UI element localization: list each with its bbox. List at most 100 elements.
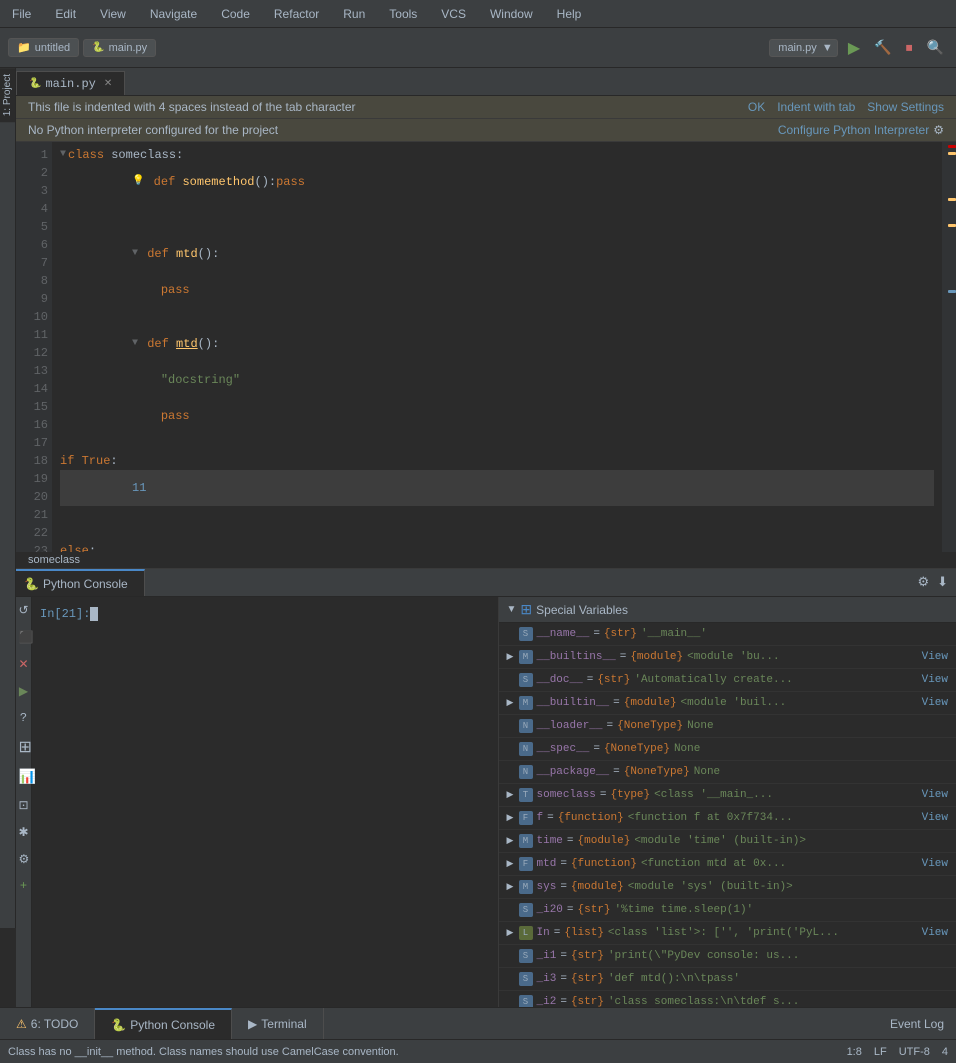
var-expand-f-icon[interactable]: ▶ [507, 809, 519, 827]
variable-i20[interactable]: S _i20 = {str} '%time time.sleep(1)' [499, 899, 956, 922]
python-console-label: Python Console [43, 577, 128, 591]
menu-code[interactable]: Code [217, 5, 254, 23]
variables-collapse-btn[interactable]: ▼ [507, 604, 517, 615]
python-console-bottom-tab[interactable]: 🐍 Python Console [95, 1008, 232, 1039]
stop-button[interactable]: ⏹ [902, 35, 917, 60]
cursor-position[interactable]: 1:8 [847, 1046, 862, 1058]
code-line-11 [60, 434, 934, 452]
var-expand-i3-icon [507, 970, 519, 988]
show-settings-link[interactable]: Show Settings [867, 100, 944, 114]
variable-builtins[interactable]: ▶ M __builtins__ = {module} <module 'bu.… [499, 646, 956, 669]
menu-file[interactable]: File [8, 5, 35, 23]
variable-mtd[interactable]: ▶ F mtd = {function} <function mtd at 0x… [499, 853, 956, 876]
var-expand-spec-icon [507, 740, 519, 758]
fold-icon-8[interactable]: ▼ [132, 335, 138, 353]
search-button[interactable]: 🔍 [923, 35, 948, 60]
file-button[interactable]: 🐍 main.py [83, 39, 156, 57]
menu-bar: File Edit View Navigate Code Refactor Ru… [0, 0, 956, 28]
console-download-icon[interactable]: ⬇ [937, 575, 948, 590]
gutter-warn-mark-1 [948, 152, 956, 155]
left-sidebar-tabs: 1: Project [0, 68, 16, 928]
code-editor: 12345 678910 1112131415 1617181920 21222… [16, 142, 956, 552]
file-tab-main-py[interactable]: 🐍 main.py ✕ [16, 71, 125, 95]
event-log-btn[interactable]: Event Log [878, 1017, 956, 1031]
variable-builtin[interactable]: ▶ M __builtin__ = {module} <module 'buil… [499, 692, 956, 715]
build-button[interactable]: 🔨 [870, 35, 895, 60]
code-line-2: 💡 def somemethod():pass [60, 164, 934, 200]
variables-panel: ▼ ⊞ Special Variables S __name__ = {str}… [498, 597, 956, 1007]
menu-run[interactable]: Run [339, 5, 369, 23]
fold-icon-1[interactable]: ▼ [60, 146, 66, 164]
console-chart-btn[interactable]: 📊 [17, 767, 31, 788]
indent-ok-link[interactable]: OK [748, 100, 765, 114]
variable-time[interactable]: ▶ M time = {module} <module 'time' (buil… [499, 830, 956, 853]
var-expand-mtd-icon[interactable]: ▶ [507, 855, 519, 873]
variable-name[interactable]: S __name__ = {str} '__main__' [499, 623, 956, 646]
console-history-btn[interactable]: ⊞ [17, 735, 31, 759]
menu-tools[interactable]: Tools [385, 5, 421, 23]
menu-refactor[interactable]: Refactor [270, 5, 323, 23]
var-expand-builtins-icon[interactable]: ▶ [507, 648, 519, 666]
console-debug-btn[interactable]: ▶ [17, 682, 31, 701]
console-settings-side-btn[interactable]: ⚙ [17, 850, 31, 869]
code-line-3 [60, 200, 934, 218]
tab-filename: main.py [45, 77, 95, 91]
variable-package[interactable]: N __package__ = {NoneType} None [499, 761, 956, 784]
console-expand-btn[interactable]: ✱ [17, 823, 31, 842]
var-expand-time-icon[interactable]: ▶ [507, 832, 519, 850]
var-expand-sys-icon[interactable]: ▶ [507, 878, 519, 896]
var-expand-builtin-icon[interactable]: ▶ [507, 694, 519, 712]
tab-close-icon[interactable]: ✕ [104, 78, 112, 90]
var-expand-someclass-icon[interactable]: ▶ [507, 786, 519, 804]
variable-i3[interactable]: S _i3 = {str} 'def mtd():\n\tpass' [499, 968, 956, 991]
console-add-btn[interactable]: + [17, 877, 31, 895]
console-clear-btn[interactable]: ✕ [17, 655, 31, 674]
project-button[interactable]: 📁 untitled [8, 38, 79, 57]
menu-view[interactable]: View [96, 5, 130, 23]
var-expand-loader-icon [507, 717, 519, 735]
variable-loader[interactable]: N __loader__ = {NoneType} None [499, 715, 956, 738]
menu-help[interactable]: Help [553, 5, 586, 23]
sidebar-tab-project[interactable]: 1: Project [0, 68, 15, 122]
terminal-tab[interactable]: ▶ Terminal [232, 1008, 324, 1039]
indent-spaces[interactable]: 4 [942, 1046, 948, 1058]
fold-icon-5[interactable]: ▼ [132, 245, 138, 263]
code-text-area[interactable]: ▼class someclass: 💡 def somemethod():pas… [52, 142, 942, 552]
variable-spec[interactable]: N __spec__ = {NoneType} None [499, 738, 956, 761]
run-config-dropdown[interactable]: main.py ▼ [769, 39, 838, 57]
todo-tab[interactable]: ⚠ 6: TODO [0, 1008, 95, 1039]
variable-in[interactable]: ▶ L In = {list} <class 'list'>: ['', 'pr… [499, 922, 956, 945]
console-stop-btn[interactable]: ⬛ [17, 628, 31, 647]
variable-i2[interactable]: S _i2 = {str} 'class someclass:\n\tdef s… [499, 991, 956, 1007]
menu-edit[interactable]: Edit [51, 5, 80, 23]
console-table-btn[interactable]: ⊡ [17, 796, 31, 815]
python-console-tab[interactable]: 🐍 Python Console [8, 569, 145, 596]
indent-notification-text: This file is indented with 4 spaces inst… [28, 100, 356, 114]
console-cursor[interactable] [90, 607, 98, 621]
console-settings-icon[interactable]: ⚙ [917, 575, 929, 590]
todo-icon: ⚠ [16, 1017, 27, 1031]
menu-vcs[interactable]: VCS [437, 5, 470, 23]
menu-navigate[interactable]: Navigate [146, 5, 201, 23]
variable-someclass[interactable]: ▶ T someclass = {type} <class '__main_..… [499, 784, 956, 807]
line-separator[interactable]: LF [874, 1046, 887, 1058]
indent-with-tab-link[interactable]: Indent with tab [777, 100, 855, 114]
run-button[interactable]: ▶ [844, 34, 864, 62]
var-expand-in-icon[interactable]: ▶ [507, 924, 519, 942]
editor-scroll-gutter[interactable] [942, 142, 956, 552]
configure-gear-icon[interactable]: ⚙ [933, 123, 944, 137]
code-line-10: pass [60, 398, 934, 434]
encoding[interactable]: UTF-8 [899, 1046, 930, 1058]
bulb-icon-2[interactable]: 💡 [132, 173, 144, 191]
var-expand-doc-icon [507, 671, 519, 689]
console-rerun-btn[interactable]: ↺ [17, 601, 31, 620]
configure-python-link[interactable]: Configure Python Interpreter [778, 123, 929, 137]
variable-doc[interactable]: S __doc__ = {str} 'Automatically create.… [499, 669, 956, 692]
variable-i1[interactable]: S _i1 = {str} 'print(\"PyDev console: us… [499, 945, 956, 968]
variable-f[interactable]: ▶ F f = {function} <function f at 0x7f73… [499, 807, 956, 830]
menu-window[interactable]: Window [486, 5, 537, 23]
breadcrumb: someclass [0, 552, 956, 569]
console-toolbar: ↺ ⬛ ✕ ▶ ? ⊞ 📊 ⊡ ✱ ⚙ + [16, 597, 32, 1007]
variable-sys[interactable]: ▶ M sys = {module} <module 'sys' (built-… [499, 876, 956, 899]
console-help-btn[interactable]: ? [17, 709, 31, 727]
